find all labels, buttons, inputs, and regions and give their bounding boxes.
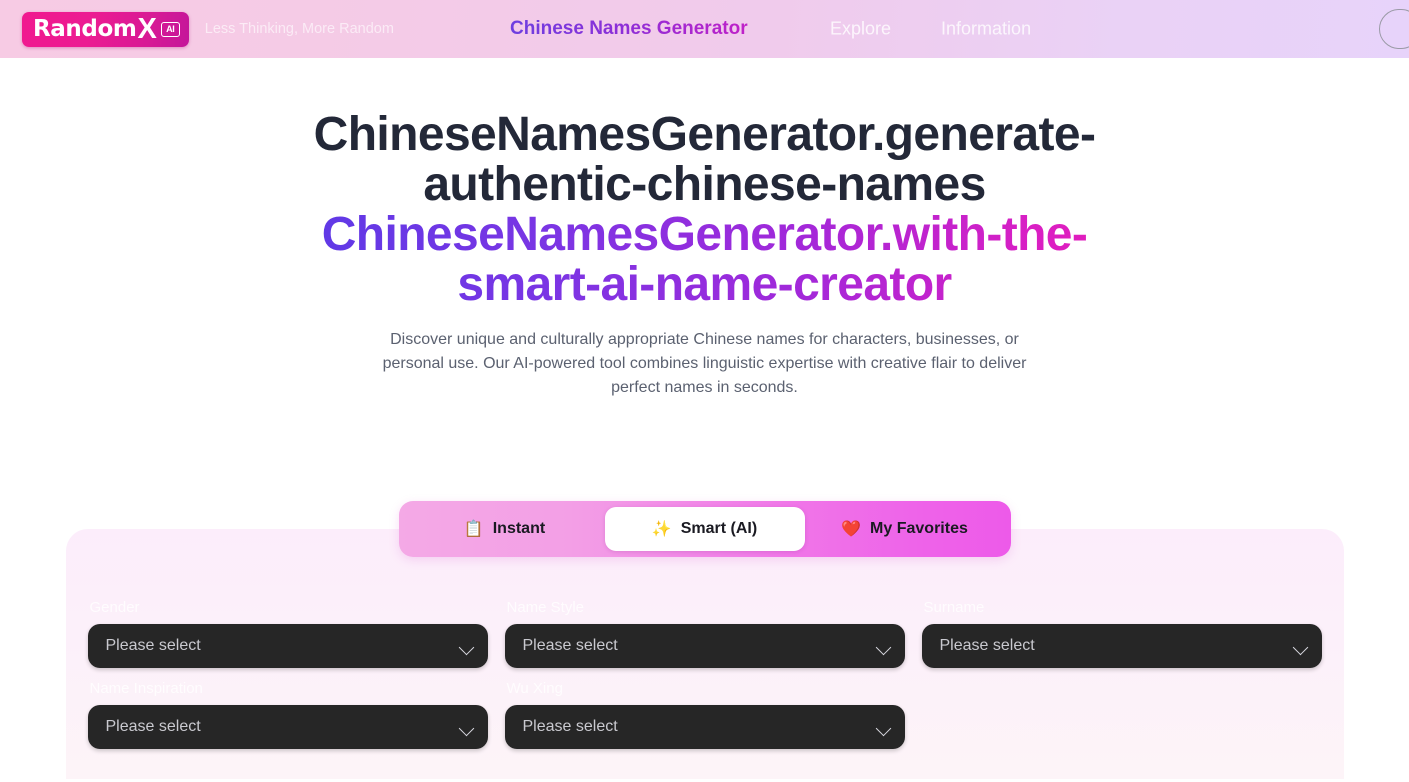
chevron-down-icon xyxy=(458,639,474,655)
tagline: Less Thinking, More Random xyxy=(204,21,394,37)
chevron-down-icon xyxy=(458,720,474,736)
tab-my-favorites-label: My Favorites xyxy=(870,519,968,537)
chevron-down-icon xyxy=(875,720,891,736)
clipboard-icon: 📋 xyxy=(463,518,484,538)
name-style-select-value: Please select xyxy=(522,637,618,654)
field-surname: Surname Please select xyxy=(921,598,1322,668)
chevron-down-icon xyxy=(1292,639,1308,655)
surname-select[interactable]: Please select xyxy=(921,623,1322,668)
tab-bar: 📋 Instant ✨ Smart (AI) ❤️ My Favorites xyxy=(398,500,1011,557)
form-grid: Gender Please select Name Style Please s… xyxy=(87,598,1322,749)
surname-select-value: Please select xyxy=(939,637,1035,654)
tab-instant-label: Instant xyxy=(492,519,546,537)
hero-section: ChineseNamesGenerator.generate- authenti… xyxy=(0,58,1409,401)
page-description: Discover unique and culturally appropria… xyxy=(382,330,1027,397)
field-name-style-label: Name Style xyxy=(506,598,585,616)
wu-xing-select-value: Please select xyxy=(522,718,618,735)
tab-smart-ai[interactable]: ✨ Smart (AI) xyxy=(604,506,805,551)
tab-smart-ai-label: Smart (AI) xyxy=(680,519,758,537)
header-action-button[interactable] xyxy=(1379,9,1409,49)
wu-xing-select[interactable]: Please select xyxy=(504,704,905,749)
field-placeholder-empty xyxy=(922,680,1322,749)
logo-badge: Random X AI xyxy=(22,11,189,47)
tab-my-favorites[interactable]: ❤️ My Favorites xyxy=(805,507,1005,551)
name-style-select[interactable]: Please select xyxy=(504,623,905,668)
field-name-style: Name Style Please select xyxy=(504,598,905,668)
page-title-line-1: ChineseNamesGenerator.generate- xyxy=(313,108,1096,161)
logo-wordmark: Random xyxy=(33,15,137,42)
page-title: ChineseNamesGenerator.generate- authenti… xyxy=(275,110,1135,310)
tab-instant[interactable]: 📋 Instant xyxy=(405,507,605,551)
nav-item-information[interactable]: Information xyxy=(941,19,1031,40)
field-wu-xing: Wu Xing Please select xyxy=(504,679,905,749)
brand-title: Chinese Names Generator xyxy=(510,18,748,39)
logo-x-icon: X xyxy=(137,12,157,45)
page-title-accent-line-2: smart-ai-name-creator xyxy=(457,257,952,311)
name-inspiration-select-value: Please select xyxy=(105,718,201,735)
logo-ai-badge: AI xyxy=(160,21,180,37)
gender-select-value: Please select xyxy=(105,637,201,654)
heart-icon: ❤️ xyxy=(841,518,862,538)
generator-form-card: Gender Please select Name Style Please s… xyxy=(65,528,1344,779)
page-title-accent: ChineseNamesGenerator.with-the- smart-ai… xyxy=(275,210,1135,310)
site-header: Random X AI Less Thinking, More Random C… xyxy=(0,0,1409,58)
gender-select[interactable]: Please select xyxy=(87,623,488,668)
field-gender-label: Gender xyxy=(89,598,140,616)
field-name-inspiration: Name Inspiration Please select xyxy=(87,679,488,749)
tab-bar-row: 📋 Instant ✨ Smart (AI) ❤️ My Favorites xyxy=(0,500,1409,557)
page-title-line-2: authentic-chinese-names xyxy=(423,157,986,211)
name-inspiration-select[interactable]: Please select xyxy=(87,704,488,749)
nav-item-explore[interactable]: Explore xyxy=(830,19,891,40)
field-wu-xing-label: Wu Xing xyxy=(506,679,563,697)
field-name-inspiration-label: Name Inspiration xyxy=(89,679,203,697)
field-surname-label: Surname xyxy=(923,598,985,616)
sparkles-icon: ✨ xyxy=(651,518,672,538)
page-title-accent-line-1: ChineseNamesGenerator.with-the- xyxy=(321,207,1088,261)
chevron-down-icon xyxy=(875,639,891,655)
main-nav: Explore Information xyxy=(830,19,1031,40)
field-gender: Gender Please select xyxy=(87,598,488,668)
logo[interactable]: Random X AI Less Thinking, More Random xyxy=(22,11,394,47)
